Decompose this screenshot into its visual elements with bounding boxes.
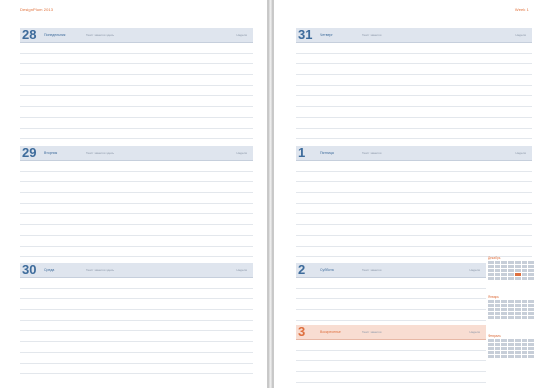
mini-calendar-grid <box>488 300 534 319</box>
week-title: Week 1 <box>514 7 529 12</box>
weekday-label: Пятница <box>320 151 334 155</box>
writing-lines[interactable] <box>296 278 486 321</box>
week-label: Неделя <box>236 151 247 155</box>
day-block-30[interactable]: 30 Среда Текст заметки здесь Неделя <box>20 262 253 375</box>
writing-lines[interactable] <box>296 43 532 140</box>
day-header: 1 Пятница Текст заметки Неделя <box>296 145 532 161</box>
day-number: 30 <box>22 262 37 277</box>
week-label: Неделя <box>236 268 247 272</box>
day-header: 30 Среда Текст заметки здесь Неделя <box>20 262 253 278</box>
day-block-28[interactable]: 28 Понедельник Текст заметки здесь Недел… <box>20 27 253 140</box>
weekday-label: Понедельник <box>44 33 66 37</box>
writing-lines[interactable] <box>20 43 253 140</box>
weekday-label: Среда <box>44 268 55 272</box>
day-block-31[interactable]: 31 Четверг Текст заметки Неделя <box>296 27 532 140</box>
day-note: Текст заметки здесь <box>86 151 115 155</box>
day-note: Текст заметки <box>362 33 382 37</box>
mini-calendar: Февраль <box>488 334 534 373</box>
day-note: Текст заметки <box>362 330 382 334</box>
day-block-29[interactable]: 29 Вторник Текст заметки здесь Неделя <box>20 145 253 258</box>
mini-calendars: Декабрь Январь Февраль <box>488 256 534 374</box>
day-number: 1 <box>298 145 306 160</box>
mini-calendar: Январь <box>488 295 534 334</box>
day-block-1[interactable]: 1 Пятница Текст заметки Неделя <box>296 145 532 258</box>
day-number: 29 <box>22 145 37 160</box>
day-number: 2 <box>298 262 306 277</box>
day-header: 28 Понедельник Текст заметки здесь Недел… <box>20 27 253 43</box>
writing-lines[interactable] <box>296 340 486 383</box>
weekday-label: Вторник <box>44 151 58 155</box>
mini-calendar-grid <box>488 261 534 280</box>
day-number: 31 <box>298 27 313 42</box>
day-block-3[interactable]: 3 Воскресенье Текст заметки Неделя <box>296 324 486 383</box>
weekday-label: Суббота <box>320 268 334 272</box>
writing-lines[interactable] <box>20 161 253 258</box>
day-block-2[interactable]: 2 Суббота Текст заметки Неделя <box>296 262 486 321</box>
day-number: 3 <box>298 324 306 339</box>
day-note: Текст заметки здесь <box>86 268 115 272</box>
planner-title: DesignPlum 2013 <box>20 7 54 12</box>
week-label: Неделя <box>515 33 526 37</box>
weekday-label: Воскресенье <box>320 330 341 334</box>
day-header: 29 Вторник Текст заметки здесь Неделя <box>20 145 253 161</box>
day-note: Текст заметки <box>362 151 382 155</box>
week-label: Неделя <box>469 330 480 334</box>
planner-spread: DesignPlum 2013 28 Понедельник Текст зам… <box>0 0 541 388</box>
mini-calendar-grid <box>488 339 534 358</box>
day-header: 31 Четверг Текст заметки Неделя <box>296 27 532 43</box>
day-note: Текст заметки <box>362 268 382 272</box>
day-number: 28 <box>22 27 37 42</box>
week-label: Неделя <box>469 268 480 272</box>
writing-lines[interactable] <box>296 161 532 258</box>
mini-calendar: Декабрь <box>488 256 534 295</box>
week-label: Неделя <box>236 33 247 37</box>
week-label: Неделя <box>515 151 526 155</box>
day-header: 2 Суббота Текст заметки Неделя <box>296 262 486 278</box>
writing-lines[interactable] <box>20 278 253 375</box>
left-page: DesignPlum 2013 28 Понедельник Текст зам… <box>0 0 268 388</box>
day-header: 3 Воскресенье Текст заметки Неделя <box>296 324 486 340</box>
day-note: Текст заметки здесь <box>86 33 115 37</box>
weekday-label: Четверг <box>320 33 333 37</box>
